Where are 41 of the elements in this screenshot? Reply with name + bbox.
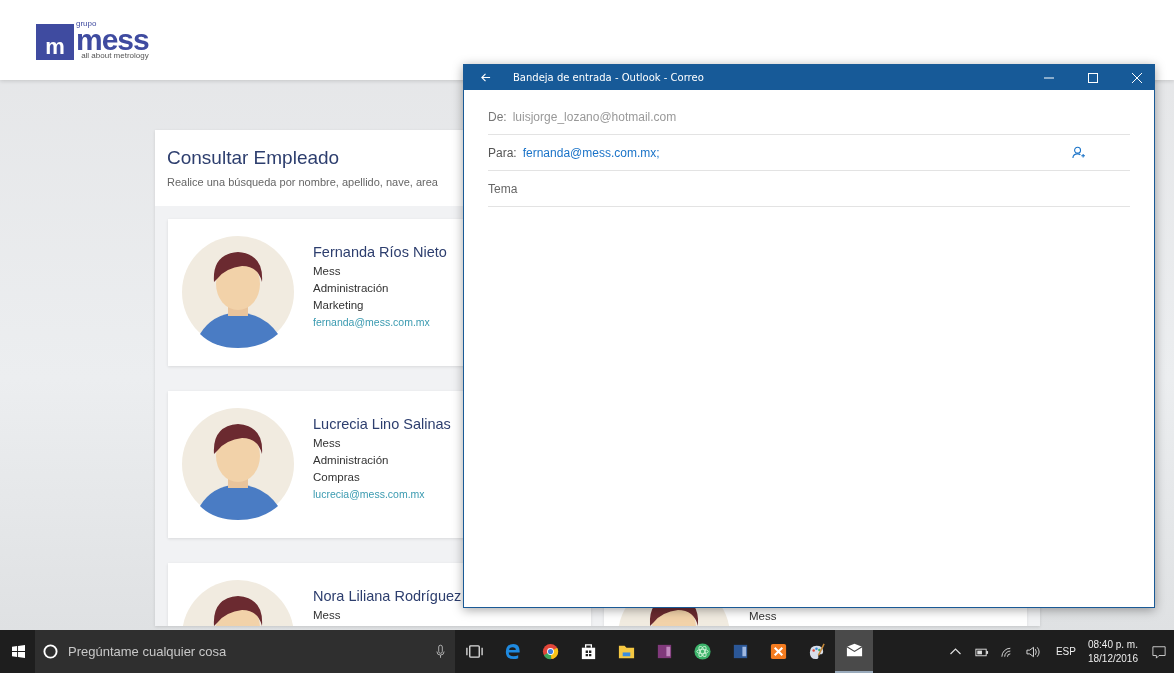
window-stack-icon xyxy=(464,642,484,661)
microphone-icon[interactable] xyxy=(436,644,445,659)
windows-start-icon[interactable] xyxy=(12,645,25,658)
page-subtitle: Realice una búsqueda por nombre, apellido, nave, area xyxy=(167,176,438,188)
employee-name: Lucrecia Lino Salinas xyxy=(313,416,451,432)
from-label: De: xyxy=(488,109,507,124)
employee-company: Mess xyxy=(313,608,342,623)
maximize-icon[interactable] xyxy=(1088,72,1098,83)
atom-icon xyxy=(692,642,712,661)
speaker-icon[interactable] xyxy=(1025,645,1041,658)
circle-icon[interactable] xyxy=(43,644,58,659)
employee-area: Administración xyxy=(313,452,451,469)
logo-prefix: grupo xyxy=(76,20,98,28)
page-title: Consultar Empleado xyxy=(167,147,340,169)
employee-name: Fernanda Ríos Nieto xyxy=(313,244,447,260)
close-icon[interactable] xyxy=(1132,72,1142,83)
window-title: Bandeja de entrada - Outlook - Correo xyxy=(513,72,705,83)
add-contact-icon[interactable] xyxy=(1072,146,1085,159)
logo-mark: m xyxy=(36,24,74,60)
employee-name: Nora Liliana Rodríguez xyxy=(313,588,462,604)
clock-date[interactable]: 18/12/2016 xyxy=(1087,651,1138,666)
employee-company: Mess xyxy=(749,609,777,624)
notification-icon[interactable] xyxy=(1152,644,1166,659)
back-arrow-icon[interactable] xyxy=(480,72,491,83)
circle-logo-icon xyxy=(540,642,560,661)
language-indicator[interactable]: ESP xyxy=(1055,646,1076,657)
recipient-field[interactable]: fernanda@mess.com.mx; xyxy=(522,145,660,160)
cross-icon xyxy=(768,642,788,661)
employee-company: Mess xyxy=(313,264,342,279)
taskbar-button[interactable] xyxy=(835,630,873,673)
employee-department: Marketing xyxy=(313,298,365,313)
from-value: luisjorge_lozano@hotmail.com xyxy=(512,109,677,124)
employee-area: Administración xyxy=(313,280,447,297)
logo-name: mess xyxy=(76,28,149,52)
employee-company: Mess xyxy=(313,436,342,451)
employee-department: Compras xyxy=(313,470,361,485)
to-label: Para: xyxy=(488,145,517,160)
search-bar[interactable]: Pregúntame cualquier cosa xyxy=(35,630,455,673)
search-field[interactable]: Pregúntame cualquier cosa xyxy=(66,643,428,660)
logo-tagline: all about metrology xyxy=(81,52,149,60)
clock-time[interactable]: 08:40 p. m. xyxy=(1087,637,1138,652)
